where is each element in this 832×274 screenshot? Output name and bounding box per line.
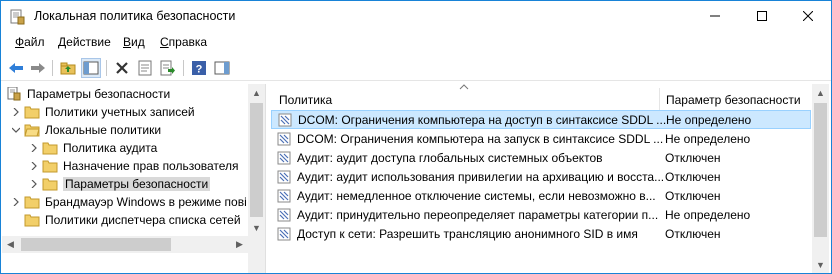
tree-item-security-settings-root[interactable]: Параметры безопасности	[6, 85, 170, 103]
table-row[interactable]: Аудит: принудительно переопределяет пара…	[271, 205, 811, 224]
policy-list-pane: Политика Параметр безопасности DCOM: Огр…	[271, 84, 831, 273]
table-row[interactable]: Аудит: аудит доступа глобальных системны…	[271, 148, 811, 167]
table-row[interactable]: Доступ к сети: Разрешить трансляцию анон…	[271, 224, 811, 243]
policy-setting-icon	[277, 227, 293, 241]
folder-icon	[24, 195, 40, 209]
properties-button[interactable]	[135, 58, 155, 78]
sort-ascending-icon	[459, 84, 469, 90]
column-header-policy[interactable]: Политика	[279, 88, 332, 112]
chevron-right-icon[interactable]	[28, 160, 40, 172]
policy-setting-icon	[277, 208, 293, 222]
delete-button[interactable]	[112, 58, 132, 78]
minimize-button[interactable]	[692, 1, 738, 31]
back-button[interactable]	[6, 58, 26, 78]
toolbar-separator	[52, 60, 53, 76]
table-row[interactable]: Аудит: немедленное отключение системы, е…	[271, 186, 811, 205]
close-button[interactable]	[785, 1, 831, 31]
menu-file[interactable]: Файл	[15, 35, 45, 49]
tree-pane: Параметры безопасности Политики учетных …	[2, 84, 266, 273]
menu-bar: Файл Действие Вид Справка	[1, 32, 831, 53]
list-vertical-scrollbar[interactable]: ▲ ▼	[812, 84, 829, 273]
scroll-down-icon[interactable]: ▼	[812, 256, 829, 273]
menu-action[interactable]: Действие	[58, 35, 111, 49]
main-window: Локальная политика безопасности Файл Дей…	[0, 0, 832, 274]
up-folder-icon	[60, 62, 76, 75]
tree-hscroll-thumb[interactable]	[21, 238, 171, 251]
tree-item-audit-policy[interactable]: Политика аудита	[28, 139, 157, 157]
table-row[interactable]: DCOM: Ограничения компьютера на доступ в…	[271, 110, 811, 129]
show-hide-tree-icon	[83, 61, 99, 75]
forward-icon	[31, 63, 45, 73]
folder-icon	[24, 105, 40, 119]
folder-icon	[42, 159, 58, 173]
title-bar[interactable]: Локальная политика безопасности	[1, 1, 831, 32]
folder-icon	[42, 177, 58, 191]
policy-setting-icon	[277, 189, 293, 203]
folder-icon	[24, 213, 40, 227]
export-list-button[interactable]	[158, 58, 178, 78]
tree-item-windows-firewall[interactable]: Брандмауэр Windows в режиме пові	[10, 193, 247, 211]
toolbar-separator	[183, 60, 184, 76]
toolbar: ?	[1, 55, 831, 81]
security-policy-app-icon	[10, 9, 25, 25]
toolbar-separator	[106, 60, 107, 76]
help-icon: ?	[192, 61, 206, 76]
close-icon	[803, 11, 813, 21]
window-title: Локальная политика безопасности	[34, 9, 236, 23]
tree-item-account-policies[interactable]: Политики учетных записей	[10, 103, 195, 121]
tree-item-network-list-manager[interactable]: Политики диспетчера списка сетей	[24, 211, 241, 229]
tree-vertical-scrollbar[interactable]: ▲ ▼	[248, 84, 265, 273]
export-list-icon	[160, 60, 175, 76]
maximize-icon	[757, 11, 767, 21]
list-scroll-thumb[interactable]	[814, 103, 827, 237]
show-hide-action-pane-button[interactable]	[212, 58, 232, 78]
tree-item-user-rights-assignment[interactable]: Назначение прав пользователя	[28, 157, 239, 175]
properties-icon	[138, 60, 152, 76]
show-hide-action-pane-icon	[214, 61, 230, 75]
up-folder-button[interactable]	[58, 58, 78, 78]
chevron-right-icon[interactable]	[28, 178, 40, 190]
column-divider[interactable]	[659, 88, 660, 112]
tree-horizontal-scrollbar[interactable]: ◀ ▶	[2, 236, 248, 253]
policy-setting-icon	[277, 170, 293, 184]
scroll-up-icon[interactable]: ▲	[248, 84, 265, 101]
help-button[interactable]: ?	[189, 58, 209, 78]
delete-icon	[116, 62, 128, 74]
chevron-down-icon[interactable]	[10, 124, 22, 136]
security-settings-icon	[6, 86, 22, 101]
scroll-up-icon[interactable]: ▲	[812, 84, 829, 101]
minimize-icon	[710, 15, 720, 17]
menu-view[interactable]: Вид	[123, 35, 145, 49]
back-icon	[9, 63, 23, 73]
maximize-button[interactable]	[739, 1, 785, 31]
forward-button[interactable]	[28, 58, 48, 78]
scroll-down-icon[interactable]: ▼	[248, 219, 265, 236]
chevron-right-icon[interactable]	[10, 106, 22, 118]
folder-open-icon	[24, 123, 40, 137]
table-row[interactable]: DCOM: Ограничения компьютера на запуск в…	[271, 129, 811, 148]
tree-item-security-options[interactable]: Параметры безопасности	[28, 175, 211, 193]
tree-item-local-policies[interactable]: Локальные политики	[10, 121, 161, 139]
column-header-security-setting[interactable]: Параметр безопасности	[666, 88, 801, 112]
table-row[interactable]: Аудит: аудит использования привилегии на…	[271, 167, 811, 186]
menu-help[interactable]: Справка	[160, 35, 207, 49]
scroll-right-icon[interactable]: ▶	[231, 236, 248, 253]
svg-text:?: ?	[196, 64, 203, 76]
policy-setting-icon	[277, 151, 293, 165]
folder-icon	[42, 141, 58, 155]
tree-scroll-thumb[interactable]	[250, 103, 263, 217]
chevron-right-icon[interactable]	[28, 142, 40, 154]
chevron-right-icon[interactable]	[10, 196, 22, 208]
show-hide-tree-button[interactable]	[81, 58, 101, 78]
policy-setting-icon	[278, 113, 294, 127]
scroll-left-icon[interactable]: ◀	[2, 236, 19, 253]
policy-setting-icon	[277, 132, 293, 146]
